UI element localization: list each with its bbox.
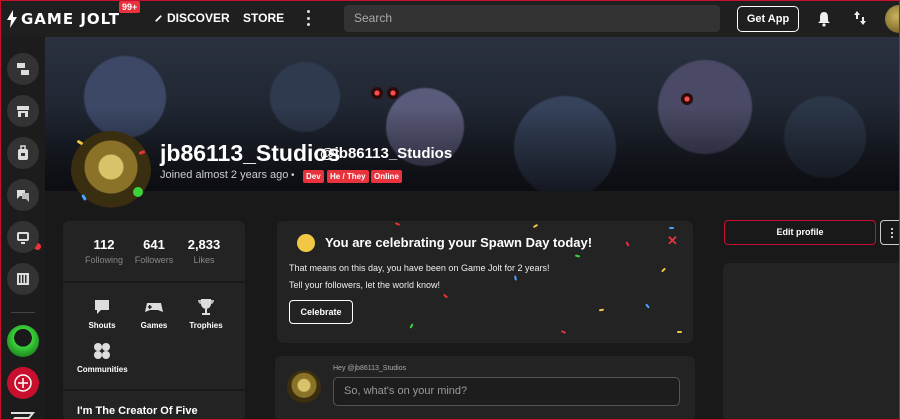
more-menu-icon[interactable]: [305, 10, 311, 26]
sidebar-item-discover[interactable]: [7, 53, 39, 85]
gamepad-icon: [145, 303, 163, 312]
joined-date: Joined almost 2 years ago: [160, 169, 289, 181]
stat-value: 2,833: [187, 237, 221, 252]
confetti: [661, 267, 666, 273]
profile-banner: [45, 37, 899, 191]
link-games[interactable]: Games: [129, 297, 179, 330]
link-label: Games: [140, 321, 168, 330]
confetti: [645, 303, 650, 309]
compass-icon: [155, 14, 162, 22]
post-composer: Hey @jb86113_Studios So, what's on your …: [275, 356, 695, 419]
card-divider: [63, 281, 245, 283]
composer-avatar: [287, 370, 321, 404]
separator-dot: •: [291, 170, 295, 181]
banner-eye-left: [371, 87, 383, 99]
confetti: [574, 254, 581, 258]
stat-followers[interactable]: 641 Followers: [127, 237, 181, 265]
party-emoji-icon: [297, 234, 315, 252]
close-icon[interactable]: ✕: [667, 233, 678, 249]
confetti: [442, 293, 449, 299]
get-app-button[interactable]: Get App: [737, 6, 799, 32]
confetti: [669, 227, 674, 229]
avatar-balloon: [133, 187, 143, 197]
sidebar: [1, 37, 45, 420]
card-divider: [63, 389, 245, 391]
tag-online: Online: [371, 170, 402, 183]
logo-text: GAME JOLT: [21, 10, 120, 28]
top-nav: GAME JOLT 99+ DISCOVER STORE Search Get …: [1, 1, 899, 37]
trophy-icon: [198, 299, 214, 315]
confetti: [677, 331, 682, 333]
gamejolt-mini-icon[interactable]: [7, 411, 37, 420]
spawn-day-card: You are celebrating your Spawn Day today…: [277, 221, 693, 343]
add-community-button[interactable]: [7, 367, 39, 399]
sidebar-community-avatar[interactable]: [7, 325, 39, 357]
banner-eye-far: [681, 93, 693, 105]
link-label: Communities: [77, 365, 128, 374]
confetti: [598, 308, 605, 312]
sidebar-item-library[interactable]: [7, 263, 39, 295]
stat-label: Followers: [134, 255, 174, 265]
banner-eye-right: [387, 87, 399, 99]
tag-pronouns: He / They: [327, 170, 369, 183]
post-input[interactable]: So, what's on your mind?: [333, 377, 680, 406]
profile-handle: @jb86113_Studios: [320, 145, 453, 162]
link-shouts[interactable]: Shouts: [77, 297, 127, 330]
stat-likes[interactable]: 2,833 Likes: [177, 237, 231, 265]
link-communities[interactable]: Communities: [77, 341, 128, 374]
shouts-icon: [95, 300, 109, 314]
discover-link[interactable]: DISCOVER: [154, 11, 230, 25]
profile-more-button[interactable]: [880, 220, 899, 245]
confetti: [514, 275, 517, 281]
spawn-day-title: You are celebrating your Spawn Day today…: [325, 235, 593, 250]
store-link[interactable]: STORE: [243, 11, 284, 25]
discover-label: DISCOVER: [167, 11, 230, 25]
app-frame: GAME JOLT 99+ DISCOVER STORE Search Get …: [0, 0, 900, 420]
link-trophies[interactable]: Trophies: [181, 297, 231, 330]
confetti: [409, 323, 414, 329]
edit-profile-button[interactable]: Edit profile: [724, 220, 876, 245]
confetti: [532, 223, 539, 229]
library-icon: [17, 273, 29, 285]
backpack-icon: [18, 145, 28, 160]
discover-icon: [17, 63, 29, 75]
chat-icon: [17, 190, 29, 202]
stat-label: Following: [84, 255, 124, 265]
user-avatar[interactable]: [885, 5, 899, 33]
bio-preview: I'm The Creator Of Five: [77, 405, 198, 417]
profile-display-name: jb86113_Studios: [160, 140, 341, 166]
confetti: [625, 241, 630, 247]
confetti: [394, 222, 401, 226]
sidebar-divider: [11, 312, 35, 313]
stat-label: Likes: [193, 255, 215, 265]
store-icon: [17, 106, 29, 117]
sidebar-item-store[interactable]: [7, 95, 39, 127]
profile-info-card: 112 Following 641 Followers 2,833 Likes …: [63, 221, 245, 419]
sidebar-item-devlog[interactable]: [7, 221, 39, 253]
stat-value: 641: [143, 237, 165, 252]
search-input[interactable]: Search: [344, 5, 720, 32]
confetti: [560, 330, 567, 334]
stat-following[interactable]: 112 Following: [77, 237, 131, 265]
gamejolt-logo[interactable]: GAME JOLT: [7, 9, 135, 29]
bolt-icon: [7, 10, 17, 28]
celebrate-button[interactable]: Celebrate: [289, 300, 353, 324]
plus-circle-icon: [14, 374, 32, 392]
stat-value: 112: [93, 237, 115, 252]
tag-dev: Dev: [303, 170, 324, 183]
activity-icon[interactable]: [853, 10, 867, 26]
right-sidebar-panel: [723, 263, 899, 419]
sidebar-item-chat[interactable]: [7, 179, 39, 211]
spawn-day-prompt: Tell your followers, let the world know!: [289, 280, 441, 290]
notification-count-badge[interactable]: 99+: [119, 1, 141, 13]
spawn-day-message: That means on this day, you have been on…: [289, 263, 550, 273]
communities-icon: [94, 343, 110, 359]
bell-icon[interactable]: [817, 11, 831, 27]
link-label: Trophies: [189, 321, 223, 330]
store-label: STORE: [243, 11, 285, 25]
devlog-icon: [17, 232, 29, 244]
link-label: Shouts: [88, 321, 116, 330]
sidebar-item-backpack[interactable]: [7, 137, 39, 169]
composer-greeting: Hey @jb86113_Studios: [333, 365, 407, 372]
